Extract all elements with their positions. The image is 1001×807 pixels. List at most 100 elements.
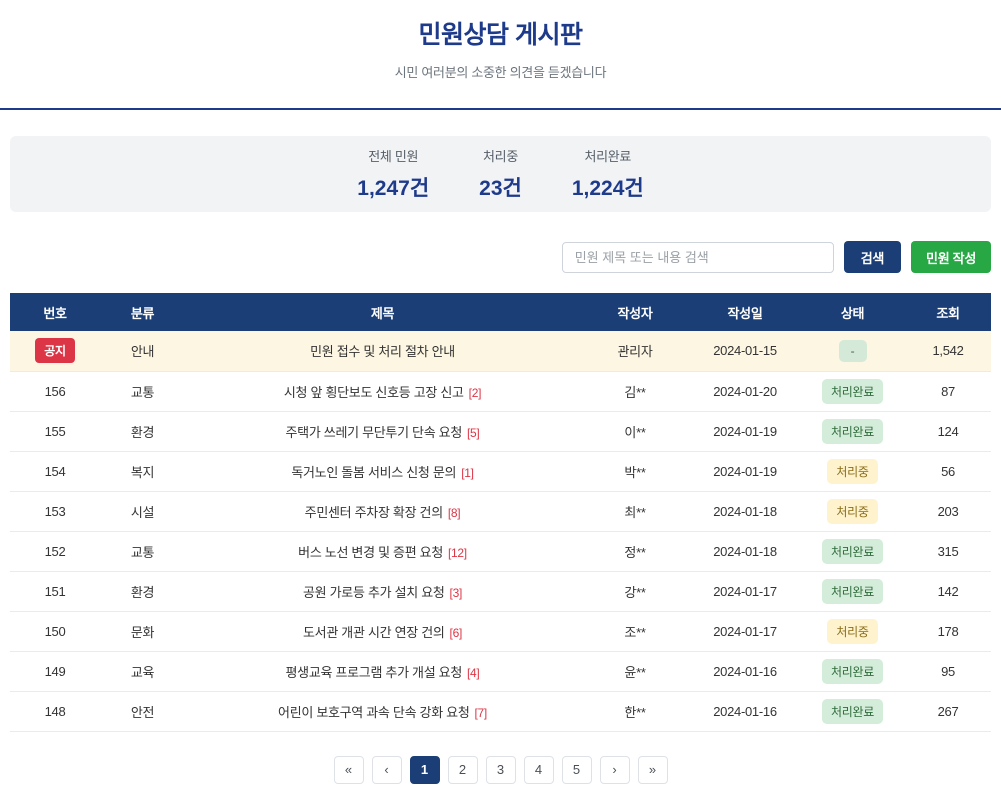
pagination-button[interactable]: 3 <box>486 756 516 784</box>
post-title-link[interactable]: 평생교육 프로그램 추가 개설 요청 [4] <box>185 651 580 691</box>
comment-count: [7] <box>475 706 487 720</box>
cell-date: 2024-01-18 <box>690 531 800 571</box>
table-row[interactable]: 150 문화 도서관 개관 시간 연장 건의[6] 조** 2024-01-17… <box>10 611 991 651</box>
cell-no: 153 <box>10 491 100 531</box>
post-title[interactable]: 도서관 개관 시간 연장 건의 <box>303 625 445 640</box>
pagination: « ‹ 1 2 3 4 5 › » <box>0 756 1001 784</box>
post-author: 정** <box>624 545 645 560</box>
pagination-button[interactable]: 5 <box>562 756 592 784</box>
status-badge: 처리완료 <box>822 379 883 404</box>
post-title-link[interactable]: 버스 노선 변경 및 증편 요청[12] <box>185 531 580 571</box>
pagination-button-label: 3 <box>497 762 504 777</box>
write-complaint-button[interactable]: 민원 작성 <box>911 241 991 273</box>
post-date: 2024-01-20 <box>713 384 777 399</box>
search-button[interactable]: 검색 <box>844 241 901 273</box>
post-title[interactable]: 독거노인 돌봄 서비스 신청 문의 <box>291 465 456 480</box>
post-category: 환경 <box>131 585 154 600</box>
comment-count: [6] <box>450 626 462 640</box>
table-row[interactable]: 152 교통 버스 노선 변경 및 증편 요청[12] 정** 2024-01-… <box>10 531 991 571</box>
table-row[interactable]: 153 시설 주민센터 주차장 확장 건의[8] 최** 2024-01-18 … <box>10 491 991 531</box>
cell-category: 안전 <box>100 691 185 731</box>
post-author: 박** <box>624 465 645 480</box>
cell-date: 2024-01-20 <box>690 371 800 411</box>
pagination-button[interactable]: » <box>638 756 668 784</box>
post-title[interactable]: 시청 앞 횡단보도 신호등 고장 신고 <box>284 385 464 400</box>
notice-cell-author: 관리자 <box>580 331 690 371</box>
post-title-link[interactable]: 시청 앞 횡단보도 신호등 고장 신고[2] <box>185 371 580 411</box>
view-count: 124 <box>938 424 959 439</box>
post-title-link[interactable]: 공원 가로등 추가 설치 요청[3] <box>185 571 580 611</box>
post-date: 2024-01-16 <box>713 664 777 679</box>
toolbar: 검색 민원 작성 <box>10 241 991 273</box>
post-category: 교통 <box>131 545 154 560</box>
notice-cell-views: 1,542 <box>905 331 991 371</box>
post-title[interactable]: 공원 가로등 추가 설치 요청 <box>303 585 445 600</box>
post-number: 152 <box>45 544 66 559</box>
post-date: 2024-01-17 <box>713 584 777 599</box>
pagination-button-label: 1 <box>421 762 428 777</box>
cell-views: 267 <box>905 691 991 731</box>
post-category: 안전 <box>131 705 154 720</box>
post-title-link[interactable]: 주민센터 주차장 확장 건의[8] <box>185 491 580 531</box>
table-row[interactable]: 155 환경 주택가 쓰레기 무단투기 단속 요청[5] 이** 2024-01… <box>10 411 991 451</box>
post-author: 이** <box>624 425 645 440</box>
post-title[interactable]: 주민센터 주차장 확장 건의 <box>305 505 443 520</box>
pagination-button[interactable]: › <box>600 756 630 784</box>
cell-date: 2024-01-16 <box>690 691 800 731</box>
notice-title[interactable]: 민원 접수 및 처리 절차 안내 <box>310 344 455 359</box>
post-date: 2024-01-19 <box>713 424 777 439</box>
column-header-label: 번호 <box>43 306 66 321</box>
post-number: 154 <box>45 464 66 479</box>
table-row[interactable]: 154 복지 독거노인 돌봄 서비스 신청 문의[1] 박** 2024-01-… <box>10 451 991 491</box>
post-title-link[interactable]: 주택가 쓰레기 무단투기 단속 요청[5] <box>185 411 580 451</box>
post-title[interactable]: 주택가 쓰레기 무단투기 단속 요청 <box>286 425 463 440</box>
post-number: 148 <box>45 704 66 719</box>
post-title-link[interactable]: 민원 접수 및 처리 절차 안내 <box>185 331 580 371</box>
table-row[interactable]: 149 교육 평생교육 프로그램 추가 개설 요청[4] 윤** 2024-01… <box>10 651 991 691</box>
table-header-row: 번호 분류 제목 작성자 작성일 상태 조회 <box>10 293 991 331</box>
cell-date: 2024-01-19 <box>690 451 800 491</box>
cell-status: 처리완료 <box>800 571 905 611</box>
post-title-link[interactable]: 독거노인 돌봄 서비스 신청 문의[1] <box>185 451 580 491</box>
page-header: 민원상담 게시판 시민 여러분의 소중한 의견을 듣겠습니다 <box>0 0 1001 110</box>
post-author: 강** <box>624 585 645 600</box>
cell-status: 처리중 <box>800 451 905 491</box>
view-count: 87 <box>941 384 955 399</box>
post-title[interactable]: 어린이 보호구역 과속 단속 강화 요청 <box>278 705 469 720</box>
table-row[interactable]: 151 환경 공원 가로등 추가 설치 요청[3] 강** 2024-01-17… <box>10 571 991 611</box>
view-count: 203 <box>938 504 959 519</box>
status-badge: 처리완료 <box>822 539 883 564</box>
cell-no: 150 <box>10 611 100 651</box>
notice-row[interactable]: 공지 안내 민원 접수 및 처리 절차 안내 관리자 2024-01-15 - … <box>10 331 991 371</box>
pagination-button[interactable]: ‹ <box>372 756 402 784</box>
cell-views: 315 <box>905 531 991 571</box>
cell-status: 처리중 <box>800 491 905 531</box>
post-category: 복지 <box>131 465 154 480</box>
cell-category: 교육 <box>100 651 185 691</box>
view-count: 267 <box>938 704 959 719</box>
post-title-link[interactable]: 도서관 개관 시간 연장 건의 [6] <box>185 611 580 651</box>
post-title-link[interactable]: 어린이 보호구역 과속 단속 강화 요청 [7] <box>185 691 580 731</box>
post-title[interactable]: 버스 노선 변경 및 증편 요청 <box>298 545 443 560</box>
pagination-button[interactable]: 2 <box>448 756 478 784</box>
stats-bar: 전체 민원 1,247건 처리중 23건 처리완료 1,224건 <box>10 136 991 212</box>
search-input[interactable] <box>562 242 834 273</box>
table-row[interactable]: 148 안전 어린이 보호구역 과속 단속 강화 요청[7] 한** 2024-… <box>10 691 991 731</box>
cell-category: 환경 <box>100 571 185 611</box>
view-count: 95 <box>941 664 955 679</box>
comment-count: [4] <box>467 666 479 680</box>
post-number: 156 <box>45 384 66 399</box>
column-header-label: 작성자 <box>618 306 653 321</box>
pagination-button[interactable]: « <box>334 756 364 784</box>
view-count: 315 <box>938 544 959 559</box>
cell-status: 처리완료 <box>800 411 905 451</box>
pagination-button[interactable]: 1 <box>410 756 440 784</box>
column-header-label: 조회 <box>936 306 959 321</box>
pagination-button-label: ‹ <box>384 762 388 777</box>
table-row[interactable]: 156 교통 시청 앞 횡단보도 신호등 고장 신고[2] 김** 2024-0… <box>10 371 991 411</box>
column-header-label: 상태 <box>841 306 864 321</box>
pagination-button[interactable]: 4 <box>524 756 554 784</box>
post-title[interactable]: 평생교육 프로그램 추가 개설 요청 <box>286 665 463 680</box>
column-header-label: 작성일 <box>728 306 763 321</box>
cell-views: 124 <box>905 411 991 451</box>
